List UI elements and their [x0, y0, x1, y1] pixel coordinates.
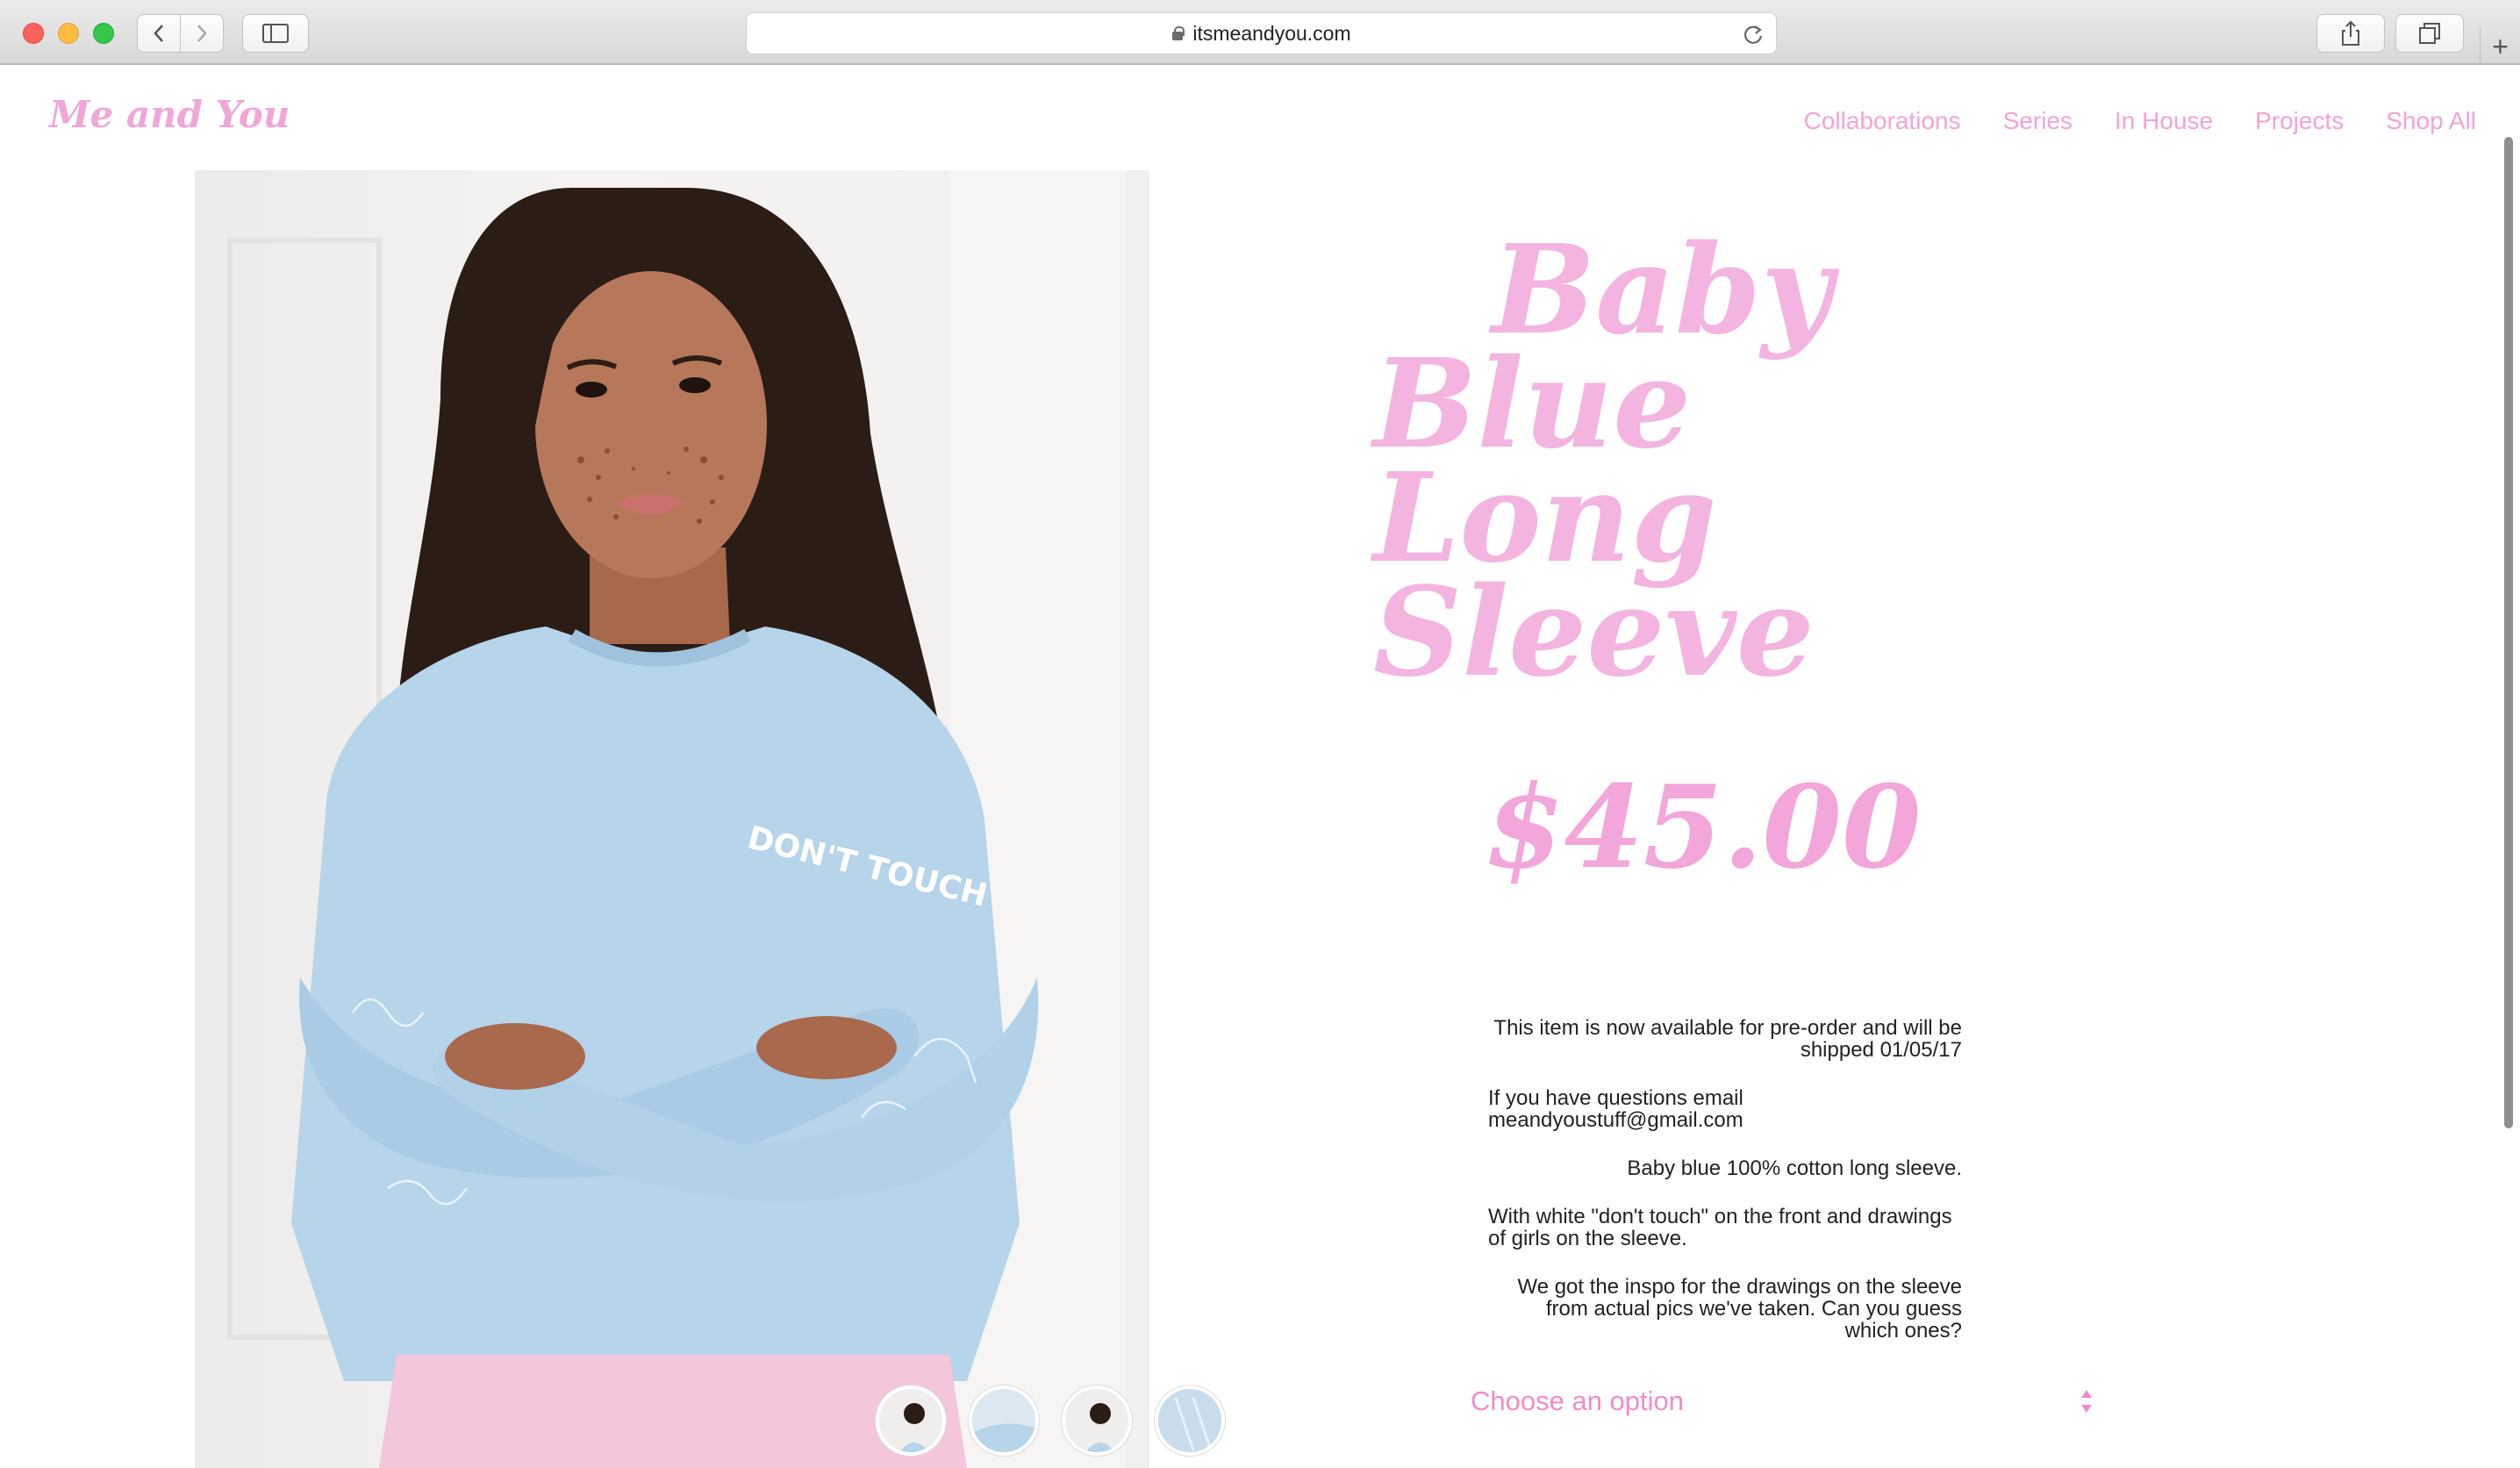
- thumbnail-2[interactable]: [969, 1386, 1039, 1456]
- select-arrows-icon: [2081, 1390, 2092, 1413]
- option-select-label: Choose an option: [1471, 1386, 1685, 1416]
- description-material: Baby blue 100% cotton long sleeve.: [1627, 1156, 1962, 1180]
- main-nav: Collaborations Series In House Projects …: [1804, 107, 2476, 135]
- close-window-button[interactable]: [23, 23, 44, 44]
- nav-series[interactable]: Series: [2003, 107, 2073, 135]
- new-tab-button[interactable]: +: [2480, 28, 2520, 65]
- description-inspo: We got the inspo for the drawings on the…: [1517, 1275, 1962, 1343]
- product-title-line-1: Baby: [1492, 218, 1833, 362]
- product-description: This item is now available for pre-order…: [1488, 1017, 1962, 1368]
- thumbnail-4[interactable]: [1155, 1386, 1225, 1456]
- back-button[interactable]: [137, 14, 181, 53]
- chevron-right-icon: [197, 25, 207, 42]
- product-page: Me and You Collaborations Series In Hous…: [0, 67, 2520, 1468]
- share-button[interactable]: [2316, 14, 2385, 53]
- option-select[interactable]: Choose an option: [1471, 1382, 2094, 1421]
- product-photo[interactable]: DON'T TOUCH: [195, 170, 1149, 1468]
- nav-collaborations[interactable]: Collaborations: [1804, 107, 1961, 135]
- model-illustration: DON'T TOUCH: [227, 170, 1125, 1468]
- sidebar-toggle-button[interactable]: [242, 14, 309, 53]
- site-logo[interactable]: Me and You: [49, 93, 290, 136]
- tabs-icon: [2419, 23, 2440, 44]
- product-title-line-4: Sleeve: [1373, 561, 1815, 705]
- nav-in-house[interactable]: In House: [2115, 107, 2213, 135]
- want-label: I want: [1413, 1460, 1521, 1468]
- share-icon: [2342, 20, 2359, 46]
- show-tabs-button[interactable]: [2395, 14, 2464, 53]
- thumbnail-image-icon: [1158, 1389, 1221, 1452]
- thumbnail-image-icon: [879, 1389, 942, 1452]
- thumbnail-image-icon: [1065, 1389, 1128, 1452]
- nav-projects[interactable]: Projects: [2255, 107, 2344, 135]
- product-title-line-3: Long: [1373, 447, 1717, 591]
- product-thumbnails: [876, 1386, 1225, 1456]
- scrollbar[interactable]: [2504, 137, 2513, 1128]
- description-design: With white "don't touch" on the front an…: [1488, 1205, 1952, 1250]
- sidebar-icon: [262, 24, 289, 43]
- minimize-window-button[interactable]: [58, 23, 79, 44]
- url-text: itsmeandyou.com: [1192, 21, 1351, 45]
- product-title: Baby Blue Long Sleeve: [1373, 218, 1833, 705]
- thumbnail-image-icon: [972, 1389, 1035, 1452]
- product-price: $45.00: [1485, 760, 1922, 894]
- thumbnail-1[interactable]: [876, 1386, 946, 1456]
- browser-toolbar: itsmeandyou.com +: [0, 0, 2520, 65]
- address-bar[interactable]: itsmeandyou.com: [746, 12, 1777, 54]
- description-contact: If you have questions email meandyoustuf…: [1488, 1086, 1743, 1132]
- zoom-window-button[interactable]: [93, 23, 114, 44]
- chevron-left-icon: [154, 25, 163, 42]
- quantity-row: I want 1: [1413, 1460, 1581, 1468]
- forward-button[interactable]: [180, 14, 224, 53]
- nav-shop-all[interactable]: Shop All: [2386, 107, 2476, 135]
- reload-icon[interactable]: [1743, 23, 1764, 46]
- lock-icon: [1171, 26, 1185, 40]
- description-preorder: This item is now available for pre-order…: [1493, 1016, 1962, 1062]
- product-title-line-2: Blue: [1373, 333, 1692, 476]
- quantity-input[interactable]: 1: [1559, 1460, 1582, 1468]
- thumbnail-3[interactable]: [1062, 1386, 1132, 1456]
